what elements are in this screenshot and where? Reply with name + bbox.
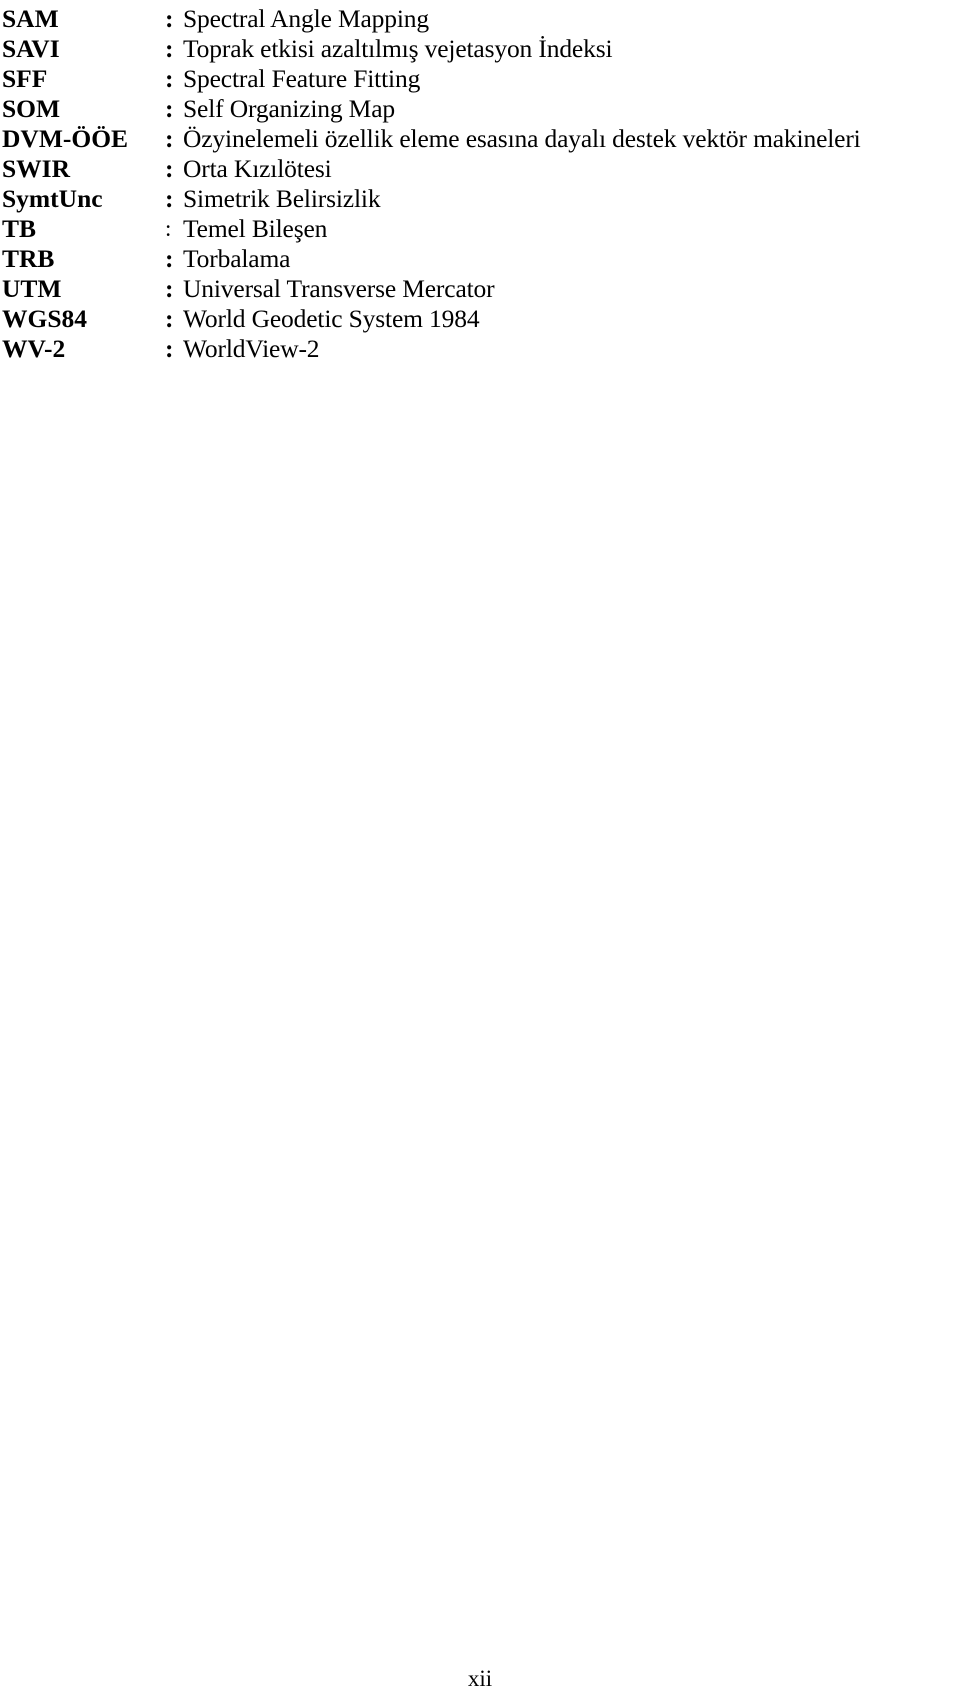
abbreviation-term: WGS84 — [2, 304, 88, 333]
page-number: xii — [467, 1666, 493, 1691]
abbreviation-definition: Spectral Feature Fitting — [183, 64, 421, 93]
abbreviation-separator: : — [165, 154, 174, 183]
abbreviation-definition: Özyinelemeli özellik eleme esasına dayal… — [183, 124, 861, 153]
abbreviation-entry: WV-2 : WorldView-2 — [2, 334, 958, 364]
abbreviation-term: SFF — [2, 64, 48, 93]
abbreviation-term: TB — [2, 214, 37, 243]
abbreviation-term: SAVI — [2, 34, 60, 63]
abbreviation-definition: Temel Bileşen — [183, 214, 328, 243]
abbreviation-term: UTM — [2, 274, 62, 303]
abbreviation-separator: : — [165, 244, 174, 273]
abbreviation-entry: UTM : Universal Transverse Mercator — [2, 274, 958, 304]
abbreviation-definition: Spectral Angle Mapping — [183, 4, 429, 33]
abbreviation-entry: WGS84 : World Geodetic System 1984 — [2, 304, 958, 334]
abbreviation-separator: : — [165, 216, 172, 241]
abbreviation-separator: : — [165, 184, 174, 213]
abbreviation-term: SOM — [2, 94, 61, 123]
abbreviation-entry: DVM-ÖÖE : Özyinelemeli özellik eleme esa… — [2, 124, 958, 154]
document-page: SAM : Spectral Angle Mapping SAVI : Topr… — [0, 0, 960, 1704]
abbreviation-definition: Simetrik Belirsizlik — [183, 184, 381, 213]
abbreviation-entry: SAM : Spectral Angle Mapping — [2, 4, 958, 34]
abbreviation-definition: Universal Transverse Mercator — [183, 274, 495, 303]
abbreviation-separator: : — [165, 124, 174, 153]
abbreviation-entry: SFF : Spectral Feature Fitting — [2, 64, 958, 94]
abbreviation-term: TRB — [2, 244, 55, 273]
abbreviation-entry: SWIR : Orta Kızılötesi — [2, 154, 958, 184]
abbreviation-separator: : — [165, 334, 174, 363]
abbreviation-separator: : — [165, 34, 174, 63]
abbreviation-term: SymtUnc — [2, 184, 103, 213]
abbreviation-entry: TRB : Torbalama — [2, 244, 958, 274]
abbreviation-definition: Self Organizing Map — [183, 94, 395, 123]
abbreviation-separator: : — [165, 274, 174, 303]
abbreviation-definition: Torbalama — [183, 244, 291, 273]
abbreviation-term: SWIR — [2, 154, 71, 183]
abbreviation-definition: World Geodetic System 1984 — [183, 304, 480, 333]
abbreviation-definition: WorldView-2 — [183, 334, 320, 363]
abbreviation-term: WV-2 — [2, 334, 66, 363]
abbreviation-entry: SAVI : Toprak etkisi azaltılmış vejetasy… — [2, 34, 958, 64]
abbreviation-entry: SymtUnc : Simetrik Belirsizlik — [2, 184, 958, 214]
abbreviation-term: SAM — [2, 4, 59, 33]
abbreviation-separator: : — [165, 94, 174, 123]
abbreviation-separator: : — [165, 4, 174, 33]
abbreviation-definition: Toprak etkisi azaltılmış vejetasyon İnde… — [183, 34, 613, 63]
abbreviation-term: DVM-ÖÖE — [2, 124, 129, 153]
abbreviation-separator: : — [165, 304, 174, 333]
abbreviations-list: SAM : Spectral Angle Mapping SAVI : Topr… — [2, 4, 958, 364]
abbreviation-entry: TB : Temel Bileşen — [2, 214, 958, 244]
abbreviation-definition: Orta Kızılötesi — [183, 154, 332, 183]
abbreviation-entry: SOM : Self Organizing Map — [2, 94, 958, 124]
abbreviation-separator: : — [165, 64, 174, 93]
